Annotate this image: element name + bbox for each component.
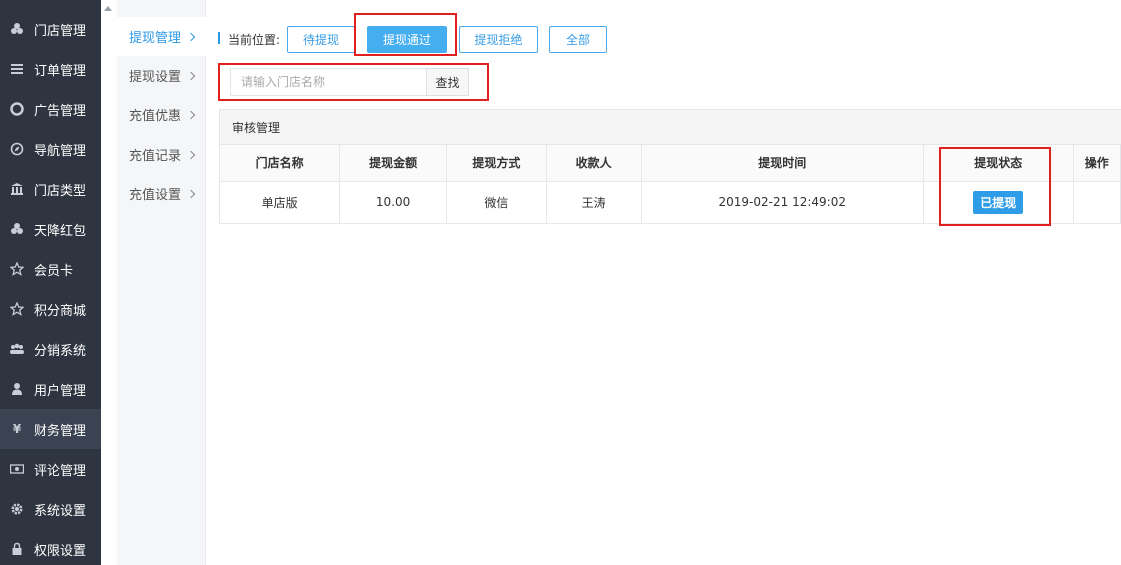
lock-icon: [10, 542, 24, 556]
star-icon: [10, 262, 24, 276]
tab-pending-withdraw[interactable]: 待提现: [287, 26, 355, 53]
tab-withdraw-rejected[interactable]: 提现拒绝: [459, 26, 538, 53]
money-icon: [10, 462, 24, 476]
sidebar-item-permission-settings[interactable]: 权限设置: [0, 529, 101, 565]
sidebar-item-store-type[interactable]: 门店类型: [0, 169, 101, 209]
sidebar-item-order-management[interactable]: 订单管理: [0, 49, 101, 89]
bank-icon: [10, 182, 24, 196]
sidebar-item-label: 权限设置: [34, 543, 87, 559]
users-icon: [10, 342, 24, 356]
sidebar-item-member-card[interactable]: 会员卡: [0, 249, 101, 289]
sidebar-item-label: 广告管理: [34, 103, 87, 119]
sidebar-item-user-management[interactable]: 用户管理: [0, 369, 101, 409]
cell-method: 微信: [446, 181, 547, 224]
sidebar-item-label: 评论管理: [34, 463, 87, 479]
sidebar-item-label: 系统设置: [34, 503, 87, 519]
store-name-search-input[interactable]: [230, 68, 426, 96]
scrollbar[interactable]: [101, 0, 117, 565]
column-header-status: 提现状态: [923, 145, 1074, 182]
table-row: 单店版 10.00 微信 王涛 2019-02-21 12:49:02 已提现: [220, 181, 1120, 224]
sidebar-item-distribution[interactable]: 分销系统: [0, 329, 101, 369]
submenu-item-withdraw-settings[interactable]: 提现设置: [117, 56, 206, 95]
gear-icon: [10, 502, 24, 516]
search-button[interactable]: 查找: [426, 68, 469, 96]
sidebar-item-label: 订单管理: [34, 63, 87, 79]
scroll-up-arrow-icon[interactable]: [104, 6, 112, 11]
cell-store-name: 单店版: [220, 181, 341, 224]
review-panel: 审核管理 门店名称 提现金额 提现方式 收款人 提现时间 提现状态 操作 单店版: [219, 109, 1121, 224]
compass-icon: [10, 142, 24, 156]
submenu-item-recharge-records[interactable]: 充值记录: [117, 135, 206, 174]
sidebar-item-points-mall[interactable]: 积分商城: [0, 289, 101, 329]
sidebar-item-system-settings[interactable]: 系统设置: [0, 489, 101, 529]
sidebar-item-label: 分销系统: [34, 343, 87, 359]
submenu-item-recharge-settings[interactable]: 充值设置: [117, 174, 206, 213]
sidebar-item-label: 门店管理: [34, 23, 87, 39]
shop-icon: [10, 222, 24, 236]
column-header-action: 操作: [1073, 145, 1120, 182]
submenu-item-recharge-discount[interactable]: 充值优惠: [117, 95, 206, 134]
cell-payee: 王涛: [546, 181, 642, 224]
cell-status: 已提现: [923, 181, 1074, 224]
column-header-method: 提现方式: [446, 145, 547, 182]
submenu-item-label: 提现设置: [129, 70, 182, 85]
cell-amount: 10.00: [339, 181, 447, 224]
list-icon: [10, 62, 24, 76]
column-header-time: 提现时间: [641, 145, 924, 182]
shop-icon: [10, 22, 24, 36]
sidebar-item-label: 积分商城: [34, 303, 87, 319]
sidebar-item-store-management[interactable]: 门店管理: [0, 9, 101, 49]
sidebar-item-comment-management[interactable]: 评论管理: [0, 449, 101, 489]
breadcrumb-marker: [218, 32, 220, 44]
chevron-right-icon: [186, 32, 196, 41]
submenu-item-withdraw-management[interactable]: 提现管理: [117, 17, 206, 56]
table-header-row: 门店名称 提现金额 提现方式 收款人 提现时间 提现状态 操作: [220, 145, 1120, 182]
submenu-item-label: 提现管理: [129, 31, 182, 46]
chevron-right-icon: [186, 150, 196, 159]
chevron-right-icon: [186, 189, 196, 198]
submenu-item-label: 充值优惠: [129, 109, 182, 124]
submenu-item-label: 充值设置: [129, 188, 182, 203]
tab-all[interactable]: 全部: [549, 26, 607, 53]
withdraw-table: 门店名称 提现金额 提现方式 收款人 提现时间 提现状态 操作 单店版 10.0…: [220, 145, 1120, 224]
breadcrumb: 当前位置:: [228, 33, 281, 47]
secondary-menu: 提现管理 提现设置 充值优惠 充值记录 充值设置: [117, 0, 206, 565]
sidebar-item-label: 会员卡: [34, 263, 74, 279]
yen-icon: ¥: [12, 422, 22, 436]
status-badge[interactable]: 已提现: [973, 190, 1024, 214]
column-header-store-name: 门店名称: [220, 145, 341, 182]
sidebar-item-label: 门店类型: [34, 183, 87, 199]
user-icon: [10, 382, 24, 396]
cell-action: [1073, 181, 1120, 224]
sidebar-item-finance-management[interactable]: ¥ 财务管理: [0, 409, 101, 449]
main-sidebar: 门店管理 订单管理 广告管理 导航管理 门店类型 天降红包 会员卡 积分商城 分…: [0, 0, 101, 565]
cell-time: 2019-02-21 12:49:02: [641, 181, 924, 224]
search-bar: 查找: [230, 68, 469, 96]
tab-withdraw-approved[interactable]: 提现通过: [367, 26, 447, 53]
sidebar-item-red-packet[interactable]: 天降红包: [0, 209, 101, 249]
lifebuoy-icon: [10, 102, 24, 116]
star-icon: [10, 302, 24, 316]
submenu-item-label: 充值记录: [129, 149, 182, 164]
sidebar-item-ad-management[interactable]: 广告管理: [0, 89, 101, 129]
column-header-payee: 收款人: [546, 145, 642, 182]
sidebar-item-label: 财务管理: [34, 423, 87, 439]
column-header-amount: 提现金额: [339, 145, 447, 182]
sidebar-item-nav-management[interactable]: 导航管理: [0, 129, 101, 169]
chevron-right-icon: [186, 71, 196, 80]
sidebar-item-label: 天降红包: [34, 223, 87, 239]
sidebar-item-label: 用户管理: [34, 383, 87, 399]
chevron-right-icon: [186, 110, 196, 119]
sidebar-item-label: 导航管理: [34, 143, 87, 159]
main-content: 当前位置: 待提现 提现通过 提现拒绝 全部 查找 审核管理 门店名称 提现金额…: [206, 0, 1121, 565]
panel-title: 审核管理: [220, 110, 1121, 145]
